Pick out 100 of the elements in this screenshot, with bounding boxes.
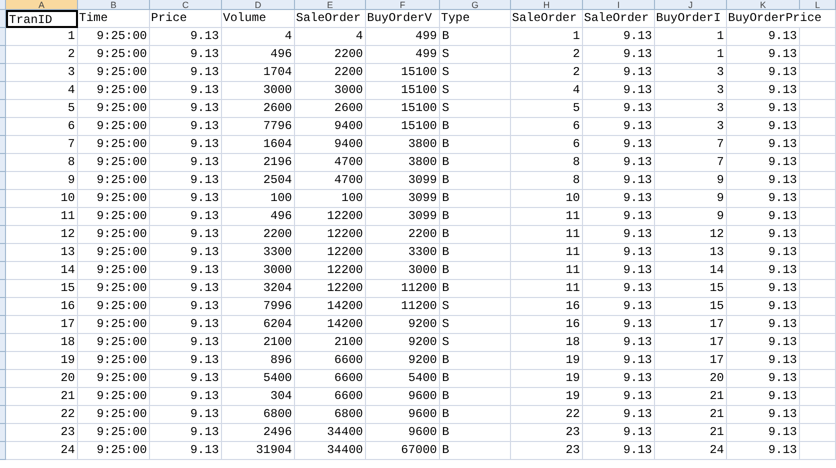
table-cell: 20 <box>6 370 78 388</box>
table-cell: 2 <box>511 46 583 64</box>
row-header[interactable] <box>0 280 6 298</box>
table-cell <box>800 136 836 154</box>
row-header[interactable] <box>0 46 6 64</box>
row-header[interactable] <box>0 244 6 262</box>
table-cell: 31904 <box>222 442 295 460</box>
table-cell: 9.13 <box>150 172 222 190</box>
table-cell: 9.13 <box>727 244 800 262</box>
table-cell: 12 <box>6 226 78 244</box>
table-cell: 9 <box>655 208 727 226</box>
table-cell: Price <box>150 10 222 28</box>
row-header[interactable] <box>0 388 6 406</box>
table-cell: 3000 <box>222 82 295 100</box>
table-cell: 3099 <box>366 172 440 190</box>
column-header[interactable]: L <box>800 0 836 10</box>
table-cell: 499 <box>366 28 440 46</box>
table-cell: 12200 <box>295 280 366 298</box>
table-cell: 9.13 <box>583 28 655 46</box>
row-header[interactable] <box>0 316 6 334</box>
table-cell <box>800 190 836 208</box>
row-header[interactable] <box>0 370 6 388</box>
table-cell: 9.13 <box>583 190 655 208</box>
table-cell: 9.13 <box>727 154 800 172</box>
column-header[interactable]: D <box>222 0 295 10</box>
table-cell: 9.13 <box>583 136 655 154</box>
table-cell: 9:25:00 <box>78 370 150 388</box>
row-header[interactable] <box>0 136 6 154</box>
column-header[interactable]: E <box>295 0 366 10</box>
table-cell: 9.13 <box>727 424 800 442</box>
column-header[interactable]: B <box>78 0 150 10</box>
row-header[interactable] <box>0 208 6 226</box>
row-header[interactable] <box>0 406 6 424</box>
table-cell: 9.13 <box>727 280 800 298</box>
row-header[interactable] <box>0 172 6 190</box>
column-header[interactable]: G <box>440 0 511 10</box>
table-cell: BuyOrderI <box>655 10 727 28</box>
table-cell: 9.13 <box>727 352 800 370</box>
table-cell: 9.13 <box>150 208 222 226</box>
column-header[interactable]: C <box>150 0 222 10</box>
column-header[interactable]: F <box>366 0 440 10</box>
table-cell: 1 <box>655 46 727 64</box>
column-header[interactable]: J <box>655 0 727 10</box>
select-all-corner[interactable] <box>0 0 6 10</box>
row-header[interactable] <box>0 64 6 82</box>
table-cell: 9.13 <box>583 100 655 118</box>
table-cell: 9:25:00 <box>78 136 150 154</box>
table-cell: 3 <box>655 82 727 100</box>
table-cell: S <box>440 100 511 118</box>
table-cell: 9.13 <box>727 370 800 388</box>
table-cell <box>800 244 836 262</box>
row-header[interactable] <box>0 10 6 28</box>
row-header[interactable] <box>0 118 6 136</box>
column-header[interactable]: A <box>6 0 78 10</box>
row-header[interactable] <box>0 424 6 442</box>
table-cell: 304 <box>222 388 295 406</box>
table-cell: B <box>440 370 511 388</box>
row-header[interactable] <box>0 154 6 172</box>
table-cell: 2200 <box>222 226 295 244</box>
table-cell: 2200 <box>366 226 440 244</box>
table-cell: 19 <box>511 352 583 370</box>
table-cell: 16 <box>6 298 78 316</box>
table-cell: 3000 <box>366 262 440 280</box>
table-cell: 9.13 <box>727 226 800 244</box>
row-header[interactable] <box>0 352 6 370</box>
table-cell: 18 <box>6 334 78 352</box>
table-cell: 3204 <box>222 280 295 298</box>
row-header[interactable] <box>0 82 6 100</box>
row-header[interactable] <box>0 226 6 244</box>
row-header[interactable] <box>0 190 6 208</box>
table-cell: 9.13 <box>727 82 800 100</box>
table-cell: 11200 <box>366 298 440 316</box>
column-header[interactable]: H <box>511 0 583 10</box>
table-cell: 9:25:00 <box>78 262 150 280</box>
table-cell: 3 <box>655 118 727 136</box>
column-header[interactable]: K <box>727 0 800 10</box>
table-cell: B <box>440 190 511 208</box>
table-cell: 9.13 <box>727 46 800 64</box>
column-header[interactable]: I <box>583 0 655 10</box>
table-cell: 9.13 <box>150 406 222 424</box>
table-cell: 15100 <box>366 100 440 118</box>
row-header[interactable] <box>0 334 6 352</box>
row-header[interactable] <box>0 100 6 118</box>
table-cell: 9400 <box>295 136 366 154</box>
table-cell: 7996 <box>222 298 295 316</box>
table-cell: 9.13 <box>150 370 222 388</box>
table-cell: 9.13 <box>727 100 800 118</box>
table-cell: 6600 <box>295 352 366 370</box>
row-header[interactable] <box>0 28 6 46</box>
table-cell <box>800 370 836 388</box>
row-header[interactable] <box>0 442 6 460</box>
table-cell: 6600 <box>295 388 366 406</box>
table-cell: 9.13 <box>150 46 222 64</box>
row-header[interactable] <box>0 298 6 316</box>
table-cell: 9:25:00 <box>78 82 150 100</box>
table-cell: 2200 <box>295 64 366 82</box>
row-header[interactable] <box>0 262 6 280</box>
table-cell: 9.13 <box>583 262 655 280</box>
table-cell: 17 <box>655 334 727 352</box>
table-cell: 24 <box>6 442 78 460</box>
